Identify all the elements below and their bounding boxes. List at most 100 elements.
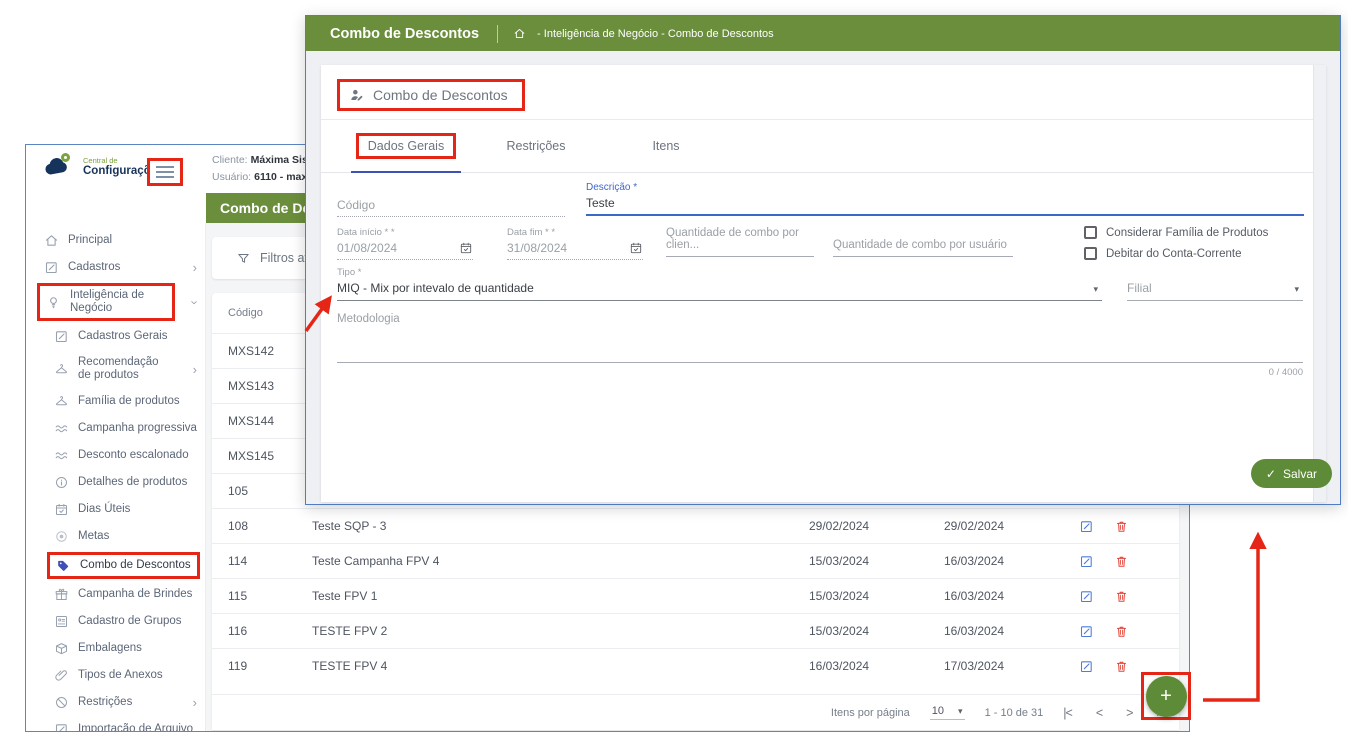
checkbox-label: Debitar do Conta-Corrente [1106, 248, 1242, 260]
dialog-card: Combo de Descontos Dados Gerais Restriçõ… [321, 65, 1326, 502]
groups-icon [54, 614, 69, 629]
sidebar-item-label: Detalhes de produtos [78, 476, 187, 489]
cell-desc: Teste Campanha FPV 4 [312, 554, 809, 568]
ban-icon [54, 695, 69, 710]
tab-itens[interactable]: Itens [601, 120, 731, 172]
filial-select[interactable]: . Filial ▾ [1127, 267, 1303, 301]
pagination-range: 1 - 10 de 31 [985, 707, 1044, 719]
home-icon [44, 233, 59, 248]
calendar-icon[interactable] [459, 241, 473, 255]
table-row[interactable]: 114 Teste Campanha FPV 4 15/03/2024 16/0… [212, 543, 1179, 578]
data-inicio-label: Data início * * [337, 227, 473, 238]
gear-icon [61, 153, 70, 162]
sidebar-item-campanha-de-brindes[interactable]: Campanha de Brindes [26, 581, 205, 608]
check-icon: ✓ [1266, 467, 1276, 481]
sidebar-item-combo-de-descontos[interactable]: Combo de Descontos [26, 550, 205, 581]
sidebar-item-recomendacao-de-produtos[interactable]: Recomendação de produtos › [26, 350, 205, 388]
items-per-page-label: Itens por página [831, 707, 910, 719]
qtd-combo-usuario-field[interactable]: Quantidade de combo por usuário [833, 229, 1013, 257]
edit-icon[interactable] [1079, 589, 1094, 604]
trash-icon[interactable] [1114, 554, 1129, 569]
cell-code: 115 [212, 589, 312, 603]
check-considerar-familia[interactable]: Considerar Família de Produtos [1084, 223, 1268, 242]
cell-code: 119 [212, 659, 312, 673]
descricao-label: Descrição * [586, 182, 1304, 193]
next-page-icon[interactable]: > [1126, 706, 1132, 720]
breadcrumb: - Inteligência de Negócio - Combo de Des… [537, 28, 774, 40]
descricao-field[interactable]: Descrição * Teste [586, 182, 1304, 216]
column-header-codigo: Código [212, 307, 312, 319]
sidebar-item-label: Cadastros [68, 261, 120, 274]
sidebar-item-inteligencia-de-negocio[interactable]: Inteligência de Negócio › [26, 281, 205, 323]
trash-icon[interactable] [1114, 624, 1129, 639]
sidebar-item-campanha-progressiva[interactable]: Campanha progressiva [26, 415, 205, 442]
data-fim-label: Data fim * * [507, 227, 643, 238]
calendar-icon[interactable] [629, 241, 643, 255]
sidebar-item-importacao-de-arquivo[interactable]: Importação de Arquivo [26, 716, 205, 731]
edit-icon[interactable] [1079, 659, 1094, 674]
divider [497, 25, 498, 43]
import-icon [54, 722, 69, 731]
table-row[interactable]: 119 TESTE FPV 4 16/03/2024 17/03/2024 [212, 648, 1179, 683]
edit-icon[interactable] [1079, 624, 1094, 639]
sidebar-item-restricoes[interactable]: Restrições › [26, 689, 205, 716]
add-button[interactable]: + [1146, 676, 1187, 717]
table-row[interactable]: 108 Teste SQP - 3 29/02/2024 29/02/2024 [212, 508, 1179, 543]
sidebar-item-principal[interactable]: Principal [26, 227, 205, 254]
target-icon [54, 529, 69, 544]
checkbox-icon[interactable] [1084, 247, 1097, 260]
edit-icon[interactable] [1079, 554, 1094, 569]
sidebar-item-familia-de-produtos[interactable]: Família de produtos [26, 388, 205, 415]
cell-start-date: 16/03/2024 [809, 659, 944, 673]
annotation-box-combo-descontos: Combo de Descontos [47, 552, 200, 579]
save-button-label: Salvar [1283, 467, 1317, 481]
tipo-select[interactable]: Tipo * MIQ - Mix por intevalo de quantid… [337, 267, 1102, 301]
table-row[interactable]: 116 TESTE FPV 2 15/03/2024 16/03/2024 [212, 613, 1179, 648]
checkbox-group: Considerar Família de Produtos Debitar d… [1084, 223, 1268, 263]
tab-dados-gerais[interactable]: Dados Gerais [341, 120, 471, 172]
cell-desc: TESTE FPV 2 [312, 624, 809, 638]
sidebar-item-label: Importação de Arquivo [78, 723, 193, 731]
items-per-page-select[interactable]: 10 ▾ [930, 705, 965, 720]
tab-restricoes[interactable]: Restrições [471, 120, 601, 172]
sidebar-item-metas[interactable]: Metas [26, 523, 205, 550]
metodologia-field[interactable]: Metodologia 0 / 4000 [337, 313, 1303, 378]
qtd-combo-usuario-placeholder: Quantidade de combo por usuário [833, 239, 1007, 251]
sidebar-item-cadastros[interactable]: Cadastros › [26, 254, 205, 281]
sidebar-item-cadastro-de-grupos[interactable]: Cadastro de Grupos [26, 608, 205, 635]
home-icon[interactable] [513, 27, 526, 40]
cell-end-date: 16/03/2024 [944, 554, 1079, 568]
cell-code: 108 [212, 519, 312, 533]
sidebar-item-desconto-escalonado[interactable]: Desconto escalonado [26, 442, 205, 469]
first-page-icon[interactable]: |< [1063, 706, 1072, 720]
tipo-label: Tipo * [337, 267, 1102, 278]
user-label: Usuário: [212, 171, 251, 183]
sidebar-item-embalagens[interactable]: Embalagens [26, 635, 205, 662]
table-row[interactable]: 115 Teste FPV 1 15/03/2024 16/03/2024 [212, 578, 1179, 613]
sidebar-item-cadastros-gerais[interactable]: Cadastros Gerais [26, 323, 205, 350]
chevron-right-icon: › [193, 696, 197, 709]
cloud-logo-icon [42, 154, 76, 180]
tipo-value: MIQ - Mix por intevalo de quantidade [337, 281, 534, 295]
check-debitar-conta[interactable]: Debitar do Conta-Corrente [1084, 244, 1268, 263]
cell-end-date: 17/03/2024 [944, 659, 1079, 673]
trash-icon[interactable] [1114, 589, 1129, 604]
info-icon [54, 475, 69, 490]
sidebar-item-tipos-de-anexos[interactable]: Tipos de Anexos [26, 662, 205, 689]
trash-icon[interactable] [1114, 659, 1129, 674]
checkbox-icon[interactable] [1084, 226, 1097, 239]
previous-page-icon[interactable]: < [1096, 706, 1102, 720]
scrollbar[interactable] [1313, 65, 1326, 502]
descricao-value[interactable]: Teste [586, 193, 1304, 216]
qtd-combo-cliente-field[interactable]: Quantidade de combo por clien... [666, 229, 814, 257]
cell-desc: Teste SQP - 3 [312, 519, 809, 533]
sidebar-item-detalhes-de-produtos[interactable]: Detalhes de produtos [26, 469, 205, 496]
cell-code: 105 [212, 484, 312, 498]
chevron-right-icon: › [193, 363, 197, 376]
metodologia-placeholder: Metodologia [337, 313, 1303, 325]
save-button[interactable]: ✓ Salvar [1251, 459, 1332, 488]
edit-icon[interactable] [1079, 519, 1094, 534]
sidebar-item-label: Embalagens [78, 642, 142, 655]
trash-icon[interactable] [1114, 519, 1129, 534]
sidebar-item-dias-uteis[interactable]: Dias Úteis [26, 496, 205, 523]
